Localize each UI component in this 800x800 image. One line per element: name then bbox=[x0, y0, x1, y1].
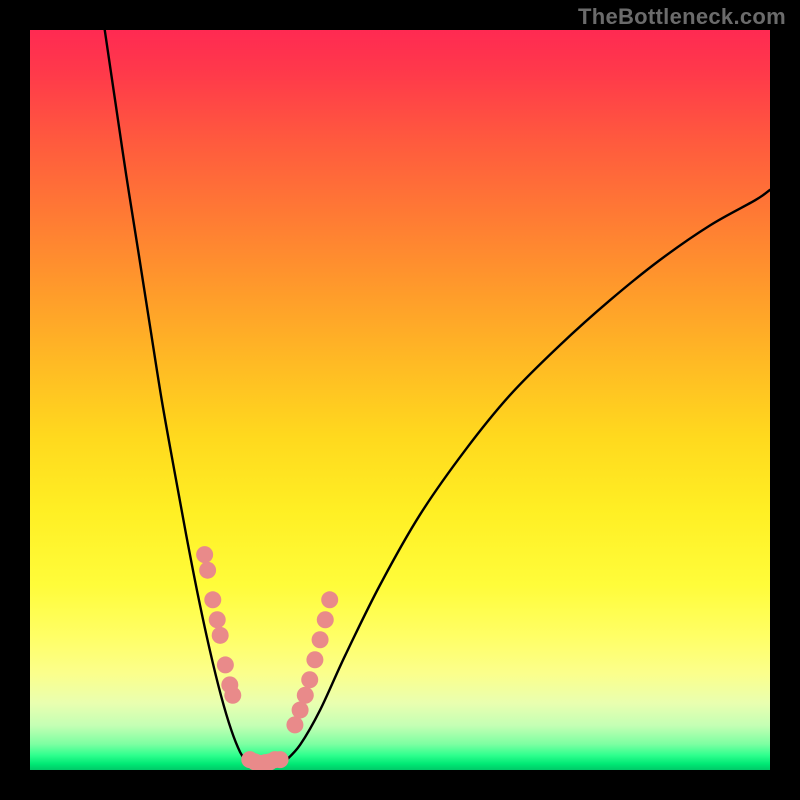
chart-svg bbox=[30, 30, 770, 770]
data-point bbox=[317, 611, 334, 628]
data-point bbox=[272, 751, 289, 768]
data-point bbox=[321, 591, 338, 608]
bottleneck-curve bbox=[105, 30, 770, 766]
data-point bbox=[312, 631, 329, 648]
data-point bbox=[196, 546, 213, 563]
data-point bbox=[286, 716, 303, 733]
data-point bbox=[306, 651, 323, 668]
data-point bbox=[212, 627, 229, 644]
outer-frame: TheBottleneck.com bbox=[0, 0, 800, 800]
data-point bbox=[292, 702, 309, 719]
data-point bbox=[204, 591, 221, 608]
watermark-text: TheBottleneck.com bbox=[578, 4, 786, 30]
data-point bbox=[297, 687, 314, 704]
data-point bbox=[209, 611, 226, 628]
data-point bbox=[217, 656, 234, 673]
plot-area bbox=[30, 30, 770, 770]
data-point bbox=[199, 562, 216, 579]
data-point bbox=[224, 687, 241, 704]
points-layer bbox=[196, 546, 338, 770]
data-point bbox=[301, 671, 318, 688]
curve-layer bbox=[105, 30, 770, 766]
